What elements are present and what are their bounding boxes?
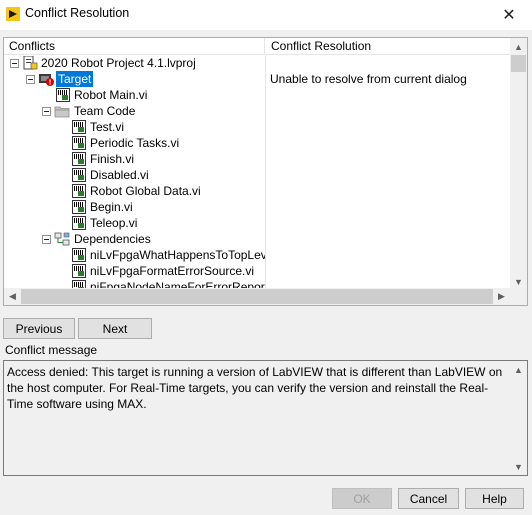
conflicts-tree[interactable]: 2020 Robot Project 4.1.lvproj Target Rob…	[4, 55, 265, 290]
vi-icon	[72, 184, 86, 198]
tree-item-label: 2020 Robot Project 4.1.lvproj	[41, 56, 196, 70]
tree-item-label: Dependencies	[74, 232, 151, 246]
scroll-left-arrow-icon[interactable]: ◀	[4, 288, 21, 305]
tree-row-vi[interactable]: Robot Main.vi	[4, 87, 265, 103]
close-button[interactable]: ✕	[486, 0, 532, 30]
close-icon: ✕	[502, 7, 516, 24]
conflict-message-label: Conflict message	[5, 343, 98, 357]
scroll-right-arrow-icon[interactable]: ▶	[493, 288, 510, 305]
tree-item-label: Target	[56, 71, 94, 87]
collapse-toggle[interactable]	[10, 59, 19, 68]
target-error-icon	[39, 74, 54, 86]
collapse-toggle[interactable]	[42, 107, 51, 116]
tree-row-vi[interactable]: Teleop.vi	[4, 215, 265, 231]
window-title: Conflict Resolution	[25, 6, 130, 20]
column-divider[interactable]	[265, 55, 266, 290]
vi-icon	[72, 120, 86, 134]
tree-item-label: Robot Global Data.vi	[90, 184, 201, 198]
ok-button[interactable]: OK	[332, 488, 392, 509]
tree-item-label: Disabled.vi	[90, 168, 149, 182]
message-vertical-scrollbar[interactable]: ▲ ▼	[510, 361, 527, 475]
tree-row-vi[interactable]: Finish.vi	[4, 151, 265, 167]
scroll-down-arrow-icon[interactable]: ▼	[510, 458, 527, 475]
title-bar: Conflict Resolution ✕	[0, 0, 532, 30]
tree-row-vi[interactable]: Test.vi	[4, 119, 265, 135]
tree-row-vi[interactable]: niLvFpgaWhatHappensToTopLev	[4, 247, 265, 263]
next-button[interactable]: Next	[78, 318, 152, 339]
tree-item-label: Team Code	[74, 104, 136, 118]
tree-row-vi[interactable]: Periodic Tasks.vi	[4, 135, 265, 151]
previous-button[interactable]: Previous	[3, 318, 75, 339]
vi-icon	[72, 264, 86, 278]
tree-row-target[interactable]: Target	[4, 71, 265, 87]
project-icon	[23, 56, 38, 70]
tree-item-label: Periodic Tasks.vi	[90, 136, 180, 150]
scroll-thumb[interactable]	[21, 289, 493, 304]
tree-item-label: niLvFpgaWhatHappensToTopLev	[90, 248, 265, 262]
tree-row-dependencies[interactable]: Dependencies	[4, 231, 265, 247]
tree-item-label: Teleop.vi	[90, 216, 138, 230]
conflicts-tree-panel: Conflicts Conflict Resolution 2020 Robot…	[3, 37, 528, 306]
tree-row-vi[interactable]: niLvFpgaFormatErrorSource.vi	[4, 263, 265, 279]
scroll-thumb[interactable]	[511, 55, 526, 72]
tree-row-folder[interactable]: Team Code	[4, 103, 265, 119]
conflict-message-text: Access denied: This target is running a …	[7, 365, 503, 411]
collapse-toggle[interactable]	[42, 235, 51, 244]
scrollbar-corner	[510, 288, 527, 305]
tree-vertical-scrollbar[interactable]: ▲ ▼	[510, 38, 527, 290]
tree-item-label: Finish.vi	[90, 152, 135, 166]
vi-icon	[72, 216, 86, 230]
vi-icon	[72, 168, 86, 182]
tree-item-label: Robot Main.vi	[74, 88, 148, 102]
column-header-conflicts[interactable]: Conflicts	[4, 38, 265, 55]
scroll-up-arrow-icon[interactable]: ▲	[510, 361, 527, 378]
tree-item-label: Begin.vi	[90, 200, 133, 214]
tree-horizontal-scrollbar[interactable]: ◀ ▶	[4, 288, 510, 305]
tree-item-label: Test.vi	[90, 120, 125, 134]
vi-icon	[72, 136, 86, 150]
vi-icon	[72, 200, 86, 214]
scroll-up-arrow-icon[interactable]: ▲	[510, 38, 527, 55]
conflict-message-box[interactable]: Access denied: This target is running a …	[3, 360, 528, 476]
tree-row-vi[interactable]: Disabled.vi	[4, 167, 265, 183]
help-button[interactable]: Help	[465, 488, 524, 509]
vi-icon	[72, 152, 86, 166]
labview-app-icon	[6, 7, 20, 21]
tree-row-vi[interactable]: Robot Global Data.vi	[4, 183, 265, 199]
vi-icon	[56, 88, 70, 102]
dependencies-icon	[54, 232, 70, 246]
conflict-resolution-text: Unable to resolve from current dialog	[270, 72, 467, 86]
tree-row-vi[interactable]: Begin.vi	[4, 199, 265, 215]
collapse-toggle[interactable]	[26, 75, 35, 84]
vi-icon	[72, 248, 86, 262]
folder-icon	[54, 106, 70, 118]
tree-item-label: niLvFpgaFormatErrorSource.vi	[90, 264, 255, 278]
cancel-button[interactable]: Cancel	[398, 488, 459, 509]
column-header-conflict-resolution[interactable]: Conflict Resolution	[266, 38, 510, 55]
tree-row-project[interactable]: 2020 Robot Project 4.1.lvproj	[4, 55, 265, 71]
